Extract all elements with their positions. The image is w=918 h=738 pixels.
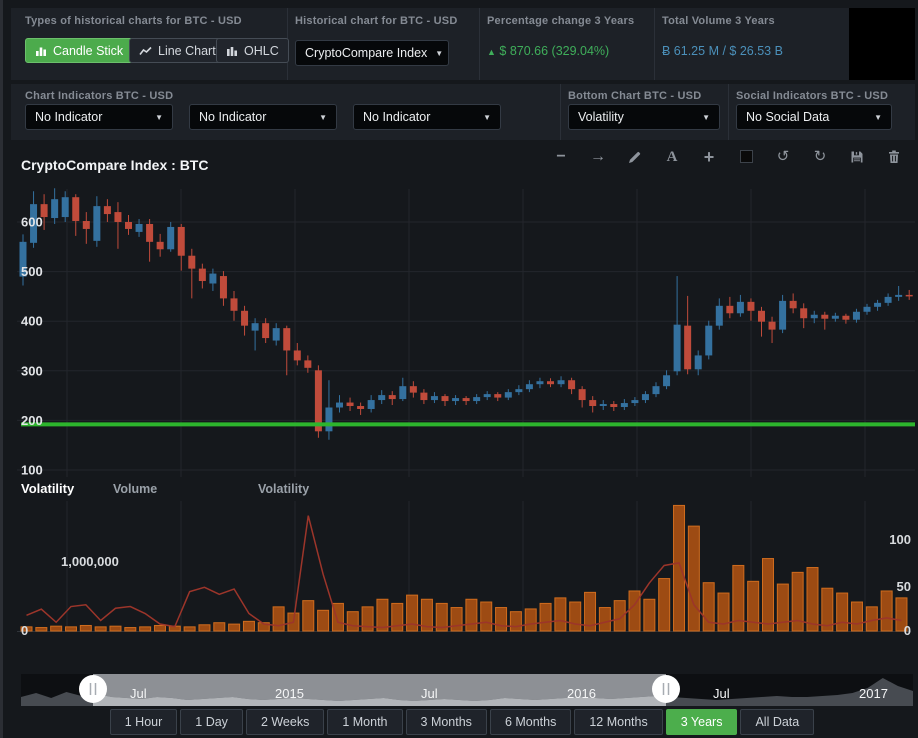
indicator-dropdown-3[interactable]: No Indicator▼ bbox=[353, 104, 501, 130]
historical-chart-value: CryptoCompare Index bbox=[305, 46, 427, 60]
range-button-1-month[interactable]: 1 Month bbox=[327, 709, 402, 735]
candle-stick-label: Candle Stick bbox=[53, 44, 123, 58]
bottom-axis-label: 50 bbox=[897, 579, 911, 594]
navigator-handle-left[interactable] bbox=[79, 675, 107, 703]
bottom-axis-label: 1,000,000 bbox=[61, 554, 119, 569]
percentage-change-header: Percentage change 3 Years bbox=[487, 15, 634, 27]
navigator-handle-right[interactable] bbox=[652, 675, 680, 703]
chevron-down-icon: ▼ bbox=[319, 113, 327, 122]
green-plotline bbox=[21, 422, 915, 426]
chart-types-header: Types of historical charts for BTC - USD bbox=[25, 15, 242, 27]
chevron-down-icon: ▼ bbox=[435, 49, 443, 58]
minus-icon[interactable]: − bbox=[553, 149, 569, 165]
bottom-axis-label: 0 bbox=[21, 623, 28, 638]
main-chart-title: CryptoCompare Index : BTC bbox=[21, 157, 208, 173]
indicator-dropdown-1[interactable]: No Indicator▼ bbox=[25, 104, 173, 130]
range-button-12-months[interactable]: 12 Months bbox=[574, 709, 662, 735]
divider bbox=[728, 84, 729, 140]
line-chart-label: Line Chart bbox=[158, 44, 216, 58]
redo-icon[interactable]: ↻ bbox=[812, 149, 828, 165]
bottom-axis-label: 0 bbox=[904, 623, 911, 638]
line-chart-button[interactable]: Line Chart bbox=[129, 38, 226, 63]
bar-chart-icon bbox=[35, 45, 47, 57]
candle-stick-button[interactable]: Candle Stick bbox=[25, 38, 133, 63]
undo-icon[interactable]: ↺ bbox=[775, 149, 791, 165]
time-range-buttons: 1 Hour1 Day2 Weeks1 Month3 Months6 Month… bbox=[3, 709, 918, 735]
main-y-axis-label: 400 bbox=[21, 314, 43, 329]
chevron-down-icon: ▼ bbox=[483, 113, 491, 122]
chevron-down-icon: ▼ bbox=[155, 113, 163, 122]
social-dropdown[interactable]: No Social Data▼ bbox=[736, 104, 892, 130]
chevron-down-icon: ▼ bbox=[874, 113, 882, 122]
bottom-chart-header: Bottom Chart BTC - USD bbox=[568, 90, 701, 102]
main-y-axis-label: 200 bbox=[21, 413, 43, 428]
plus-icon[interactable]: + bbox=[701, 149, 717, 165]
range-button-6-months[interactable]: 6 Months bbox=[490, 709, 571, 735]
navigator-label: Jul bbox=[130, 686, 147, 701]
main-y-axis-label: 100 bbox=[21, 463, 43, 478]
range-button-3-months[interactable]: 3 Months bbox=[406, 709, 487, 735]
legend-item-volatility[interactable]: Volatility bbox=[258, 482, 309, 496]
text-annotation-icon[interactable]: A bbox=[664, 149, 680, 165]
main-y-axis-label: 500 bbox=[21, 264, 43, 279]
trash-icon[interactable] bbox=[886, 149, 902, 165]
navigator-label: Jul bbox=[421, 686, 438, 701]
save-icon[interactable] bbox=[849, 149, 865, 165]
total-volume-header: Total Volume 3 Years bbox=[662, 15, 775, 27]
navigator-label: 2016 bbox=[567, 686, 596, 701]
main-y-axis-label: 600 bbox=[21, 215, 43, 230]
main-y-axis-label: 300 bbox=[21, 363, 43, 378]
historical-chart-dropdown[interactable]: CryptoCompare Index ▼ bbox=[295, 40, 449, 66]
line-chart-icon bbox=[139, 45, 152, 57]
arrow-right-icon[interactable]: → bbox=[590, 149, 606, 165]
range-button-1-day[interactable]: 1 Day bbox=[180, 709, 243, 735]
color-swatch-icon[interactable] bbox=[738, 149, 754, 165]
ohlc-label: OHLC bbox=[244, 44, 279, 58]
ohlc-button[interactable]: OHLC bbox=[216, 38, 289, 63]
ad-placeholder bbox=[849, 8, 915, 80]
navigator-label: 2017 bbox=[859, 686, 888, 701]
historical-chart-header: Historical chart for BTC - USD bbox=[295, 15, 457, 27]
up-arrow-icon: ▲ bbox=[487, 47, 496, 57]
divider bbox=[654, 8, 655, 80]
chevron-down-icon: ▼ bbox=[702, 113, 710, 122]
navigator-scrubber[interactable]: Jul 2015 Jul 2016 Jul 2017 bbox=[11, 671, 915, 708]
percentage-change-value: ▲ $ 870.66 (329.04%) bbox=[487, 44, 609, 58]
bottom-chart-title: Volatility bbox=[21, 481, 74, 496]
bottom-volume-volatility-chart[interactable]: 1,000,000 0 100 50 0 bbox=[3, 497, 918, 643]
range-button-2-weeks[interactable]: 2 Weeks bbox=[246, 709, 324, 735]
ohlc-chart-icon bbox=[226, 45, 238, 57]
chart-toolbar: − → A + ↺ ↻ bbox=[553, 148, 902, 166]
navigator-label: Jul bbox=[713, 686, 730, 701]
divider bbox=[479, 8, 480, 80]
bottom-chart-dropdown[interactable]: Volatility▼ bbox=[568, 104, 720, 130]
indicator-dropdown-2[interactable]: No Indicator▼ bbox=[189, 104, 337, 130]
legend-item-volume[interactable]: Volume bbox=[113, 482, 157, 496]
total-volume-value: Ƀ 61.25 M / $ 26.53 B bbox=[662, 44, 783, 58]
social-indicators-header: Social Indicators BTC - USD bbox=[736, 90, 888, 102]
navigator-label: 2015 bbox=[275, 686, 304, 701]
range-button-3-years[interactable]: 3 Years bbox=[666, 709, 738, 735]
pencil-icon[interactable] bbox=[627, 149, 643, 165]
range-button-all-data[interactable]: All Data bbox=[740, 709, 814, 735]
range-button-1-hour[interactable]: 1 Hour bbox=[110, 709, 178, 735]
main-candlestick-chart[interactable]: 600 500 400 300 200 100 bbox=[3, 183, 918, 485]
divider bbox=[560, 84, 561, 140]
chart-indicators-header: Chart Indicators BTC - USD bbox=[25, 90, 173, 102]
bottom-axis-label: 100 bbox=[889, 532, 911, 547]
